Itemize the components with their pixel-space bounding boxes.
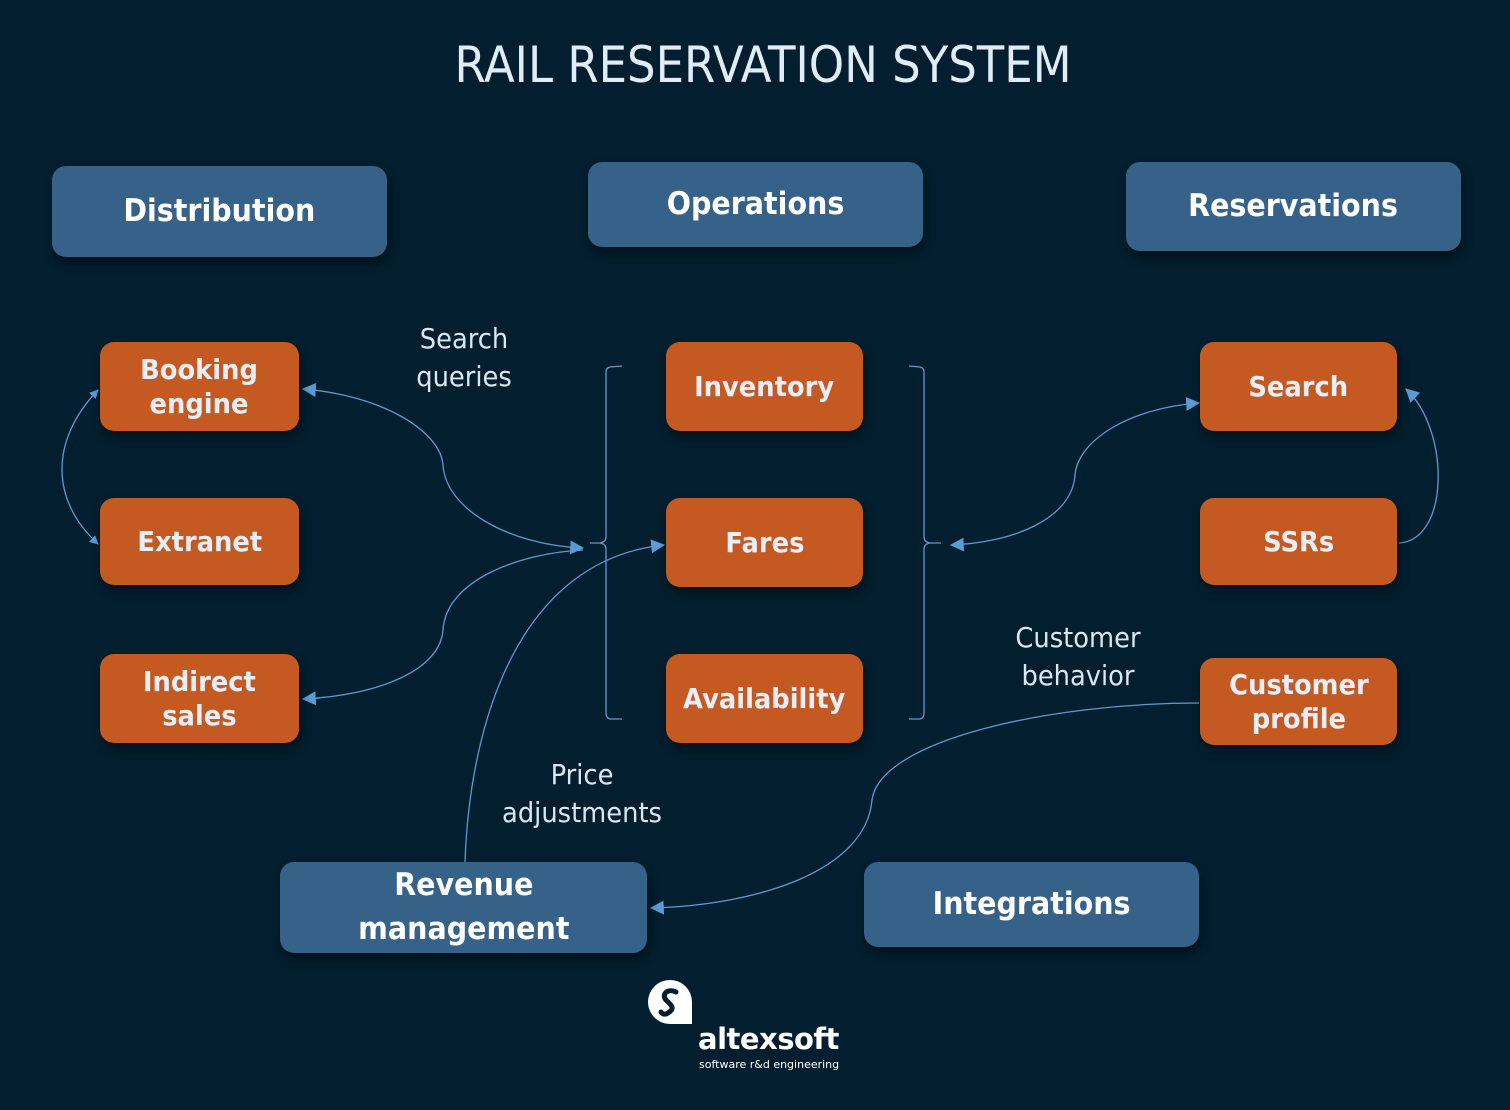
logo-wordmark: altexsoft [698, 1022, 839, 1056]
component-indirect-sales: Indirect sales [100, 654, 299, 743]
operations-left-bracket [590, 365, 623, 720]
altexsoft-logo-icon [648, 980, 692, 1024]
component-search: Search [1200, 342, 1397, 431]
connector-ssrs-search [1398, 388, 1439, 544]
connector-booking-extranet [61, 389, 99, 545]
category-revenue-management: Revenue management [280, 862, 647, 953]
component-fares: Fares [666, 498, 863, 587]
component-ssrs: SSRs [1200, 498, 1397, 585]
component-availability: Availability [666, 654, 863, 743]
connector-search-queries [301, 383, 585, 555]
connector-indirect-sales [302, 549, 584, 700]
flow-label-customer-behavior: Customer behavior [1015, 621, 1141, 692]
flow-label-search-queries: Search queries [416, 322, 512, 393]
category-operations: Operations [588, 162, 923, 247]
connector-reservations-search [949, 396, 1201, 552]
flow-label-price-adjustments: Price adjustments [502, 758, 662, 829]
component-booking-engine: Booking engine [100, 342, 299, 431]
category-integrations: Integrations [864, 862, 1199, 947]
component-inventory: Inventory [666, 342, 863, 431]
component-customer-profile: Customer profile [1200, 658, 1397, 745]
logo-tagline: software r&d engineering [699, 1058, 840, 1071]
category-distribution: Distribution [52, 166, 387, 257]
category-reservations: Reservations [1126, 162, 1461, 251]
altexsoft-logo: altexsoft software r&d engineering [646, 978, 846, 1078]
operations-right-bracket [908, 365, 941, 720]
component-extranet: Extranet [100, 498, 299, 585]
